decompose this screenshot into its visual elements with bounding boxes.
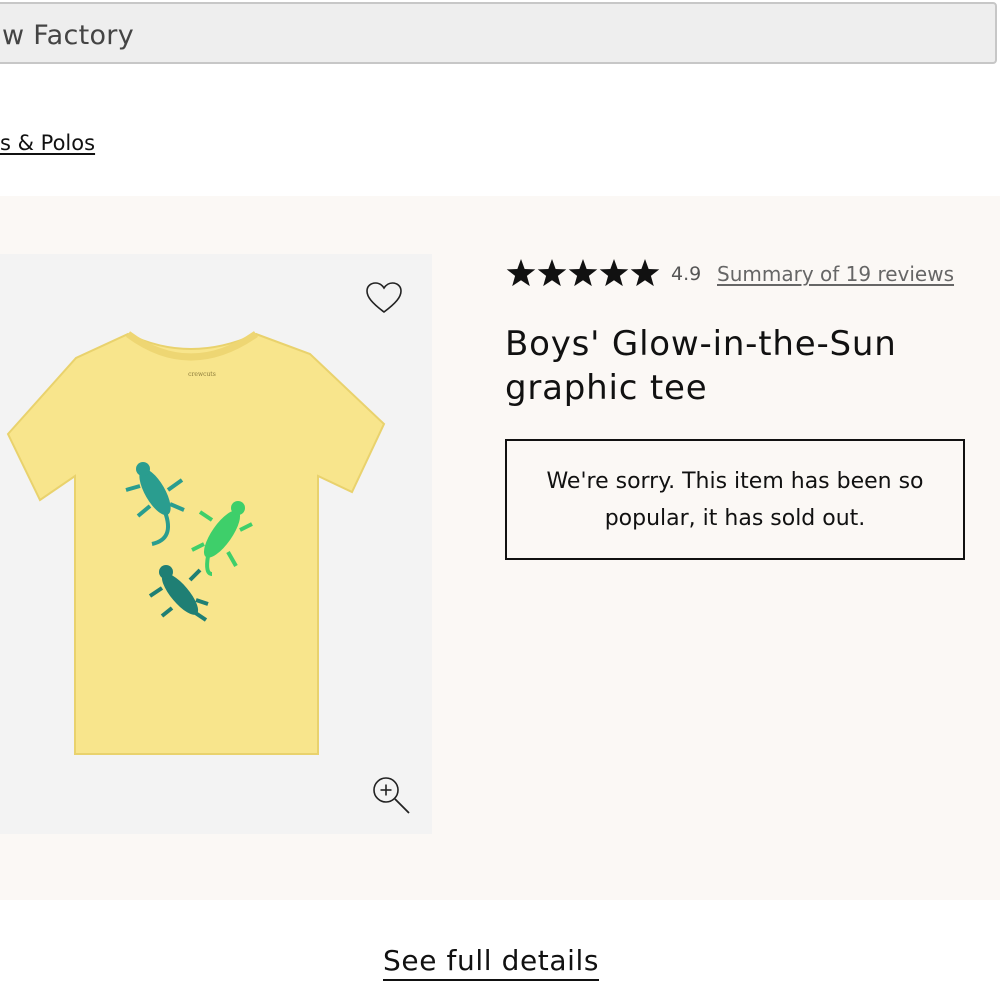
rating-value: 4.9: [671, 263, 702, 285]
product-page: w Factory s & Polos crewcuts 4.9 Summary…: [0, 0, 1000, 1000]
zoom-in-icon: [373, 777, 410, 814]
product-panel: crewcuts 4.9 Summary of 19 reviews Boys'…: [0, 196, 1000, 900]
see-full-details-link[interactable]: See full details: [383, 944, 600, 981]
star-icon: [630, 259, 660, 287]
tee-illustration: crewcuts: [6, 331, 386, 755]
svg-text:crewcuts: crewcuts: [188, 371, 216, 378]
browser-title: w Factory: [2, 20, 134, 51]
breadcrumb-link[interactable]: s & Polos: [0, 131, 95, 155]
sold-out-message: We're sorry. This item has been so popul…: [546, 468, 924, 531]
star-icon: [506, 259, 536, 287]
star-rating: [506, 259, 660, 287]
zoom-button[interactable]: [370, 774, 414, 818]
sold-out-notice: We're sorry. This item has been so popul…: [505, 439, 965, 560]
heart-icon: [366, 282, 402, 314]
reviews-summary-link[interactable]: Summary of 19 reviews: [717, 262, 954, 286]
star-icon: [568, 259, 598, 287]
star-icon: [599, 259, 629, 287]
product-title: Boys' Glow-in-the-Sun graphic tee: [505, 324, 897, 408]
wishlist-button[interactable]: [364, 280, 404, 316]
star-icon: [537, 259, 567, 287]
browser-title-bar[interactable]: w Factory: [0, 2, 997, 64]
product-image[interactable]: crewcuts: [0, 254, 432, 834]
